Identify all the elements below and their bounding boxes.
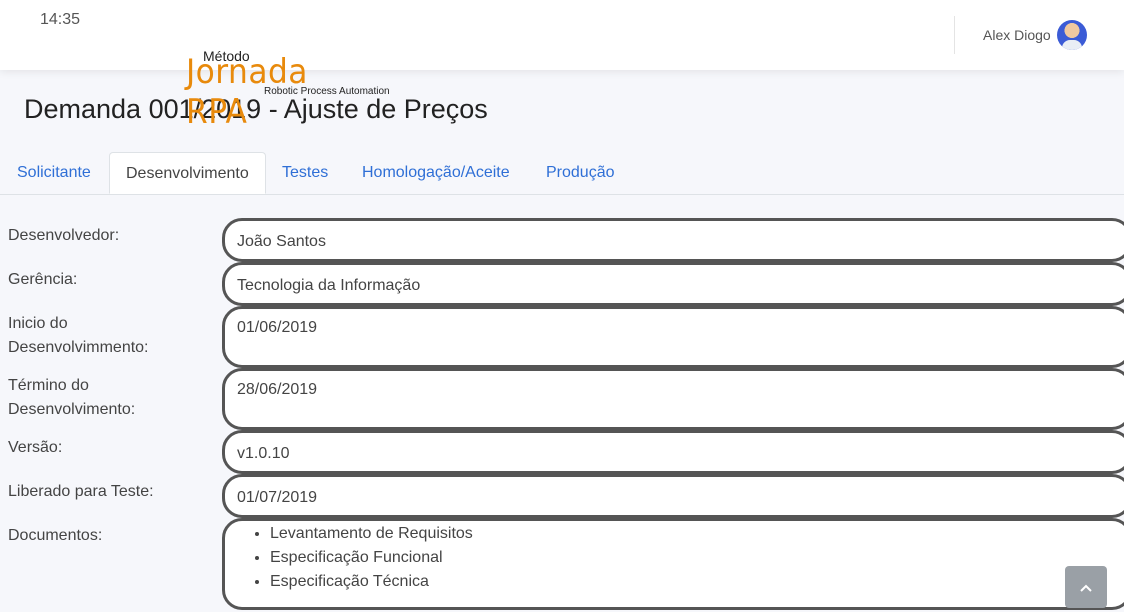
tab-testes[interactable]: Testes (266, 152, 344, 193)
developer-field[interactable]: João Santos (222, 218, 1124, 262)
documents-label: Documentos: (8, 527, 103, 544)
management-label: Gerência: (8, 271, 78, 288)
chevron-up-icon (1080, 584, 1092, 592)
end-date-label: Término do Desenvolvimento: (8, 377, 136, 418)
tab-bar: Solicitante Desenvolvimento Testes Homol… (0, 152, 1124, 195)
scroll-to-top-button[interactable] (1065, 566, 1107, 608)
developer-label: Desenvolvedor: (8, 227, 120, 244)
navbar-divider (954, 16, 955, 54)
tab-solicitante[interactable]: Solicitante (1, 152, 107, 193)
end-date-field[interactable]: 28/06/2019 (222, 368, 1124, 430)
start-date-field[interactable]: 01/06/2019 (222, 306, 1124, 368)
tab-desenvolvimento[interactable]: Desenvolvimento (109, 152, 266, 194)
document-item[interactable]: Especificação Técnica (270, 570, 1117, 594)
jornada-rpa-logo: Método Jornada RPA Robotic Process Autom… (186, 46, 396, 132)
tab-producao[interactable]: Produção (530, 152, 631, 193)
user-avatar[interactable] (1057, 20, 1087, 50)
tab-homologacao[interactable]: Homologação/Aceite (346, 152, 526, 193)
start-date-label: Inicio do Desenvolvimmento: (8, 315, 149, 356)
management-field[interactable]: Tecnologia da Informação (222, 262, 1124, 306)
documents-field: Levantamento de Requisitos Especificação… (222, 518, 1124, 610)
document-item[interactable]: Levantamento de Requisitos (270, 522, 1117, 546)
version-field[interactable]: v1.0.10 (222, 430, 1124, 474)
user-name[interactable]: Alex Diogo (983, 27, 1051, 43)
released-label: Liberado para Teste: (8, 483, 154, 500)
logo-tagline: Robotic Process Automation (264, 86, 390, 97)
clock-time: 14:35 (40, 11, 81, 28)
top-navbar: 14:35 Alex Diogo (0, 0, 1124, 70)
released-date-field[interactable]: 01/07/2019 (222, 474, 1124, 518)
document-item[interactable]: Especificação Funcional (270, 546, 1117, 570)
documents-list: Levantamento de Requisitos Especificação… (237, 522, 1117, 594)
version-label: Versão: (8, 439, 63, 456)
